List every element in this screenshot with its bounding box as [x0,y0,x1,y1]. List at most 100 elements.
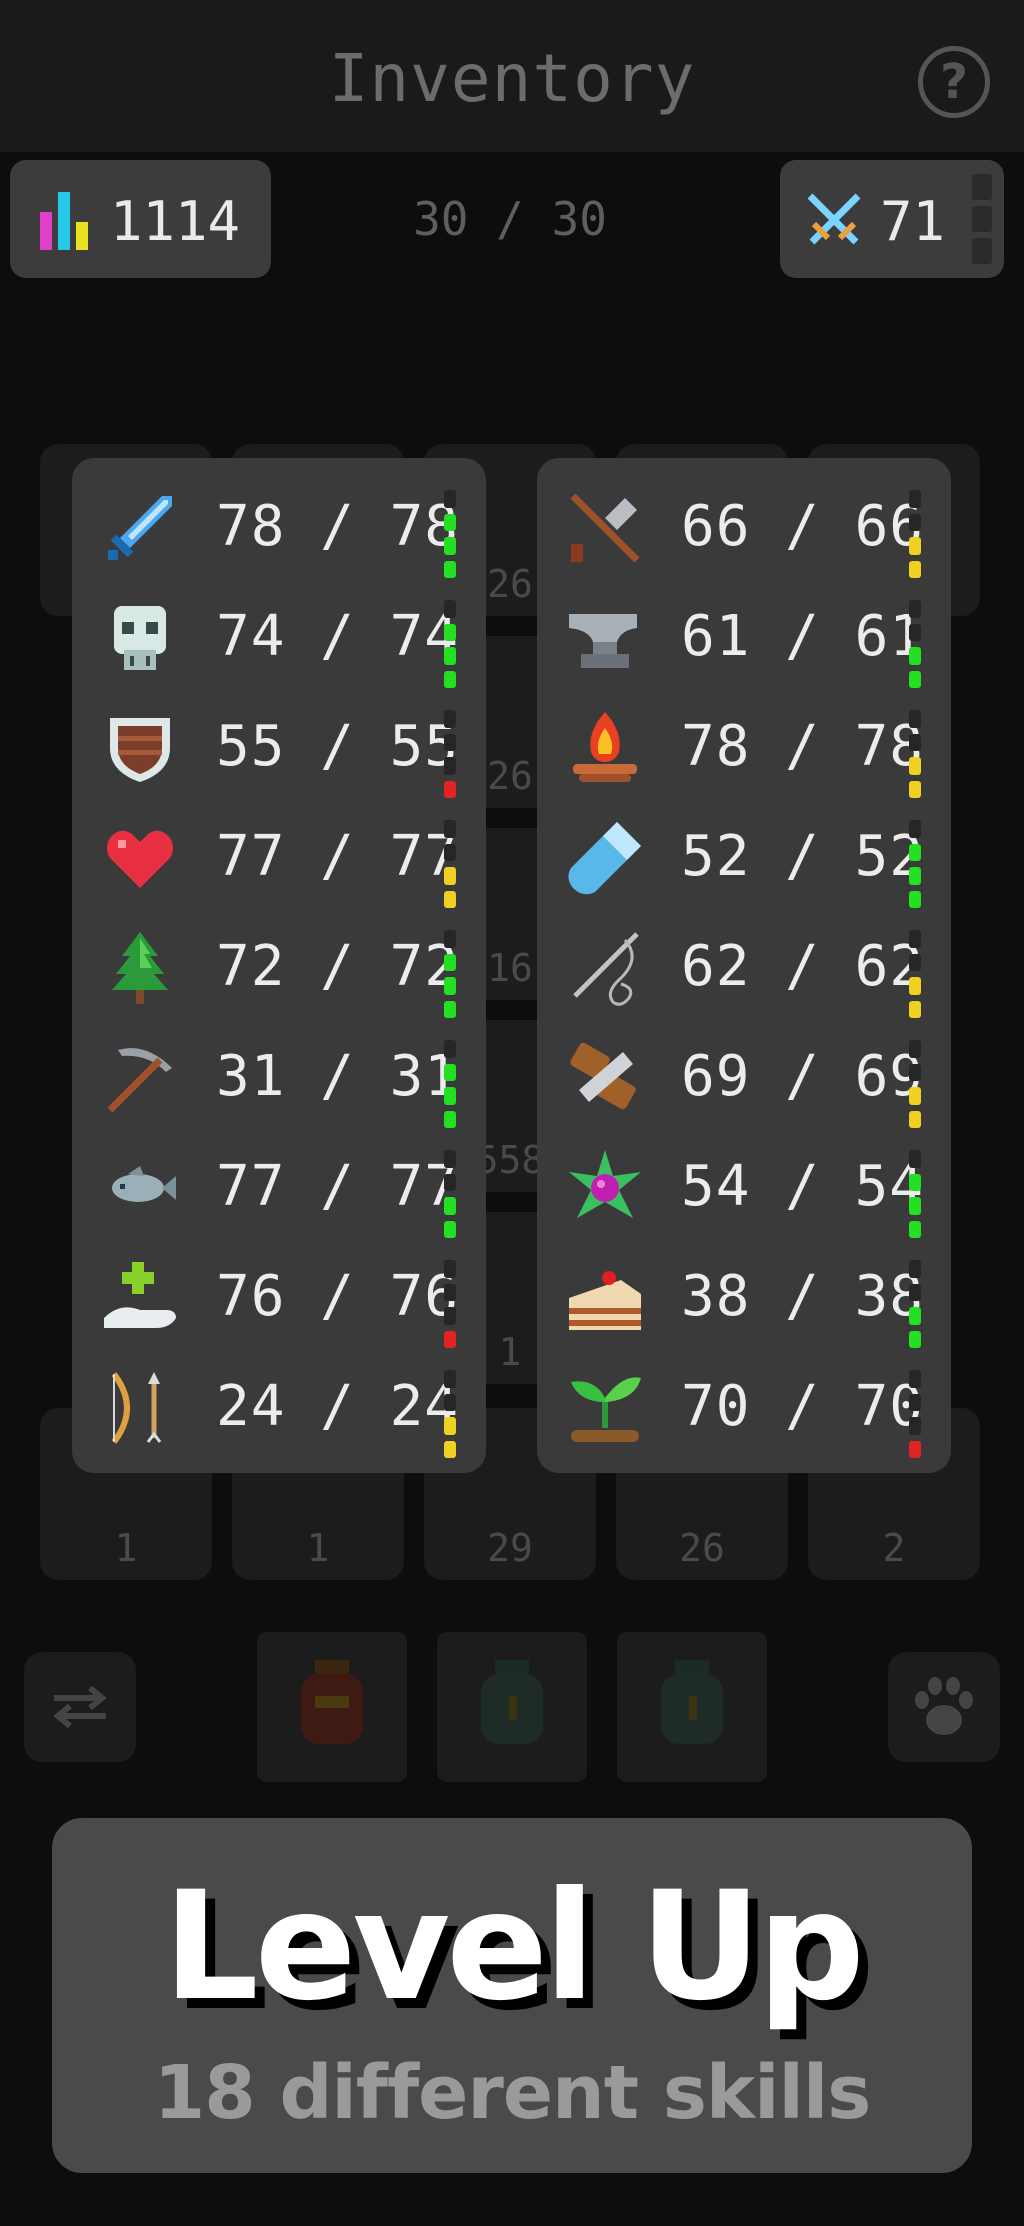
skill-level: 38 / 38 [681,1264,925,1329]
bag-slot[interactable] [257,1632,407,1782]
app-header: Inventory ? [0,0,1024,152]
skill-row-tailoring[interactable]: 62 / 62 [537,908,951,1018]
skill-row-defence[interactable]: 74 / 74 [72,578,486,688]
skill-level: 62 / 62 [681,934,925,999]
skill-progress-bar [444,930,456,1018]
skill-level: 74 / 74 [216,604,460,669]
skill-progress-bar [444,710,456,798]
slot-count: 1 [114,1526,138,1570]
slot-count: 1 [306,1526,330,1570]
bow-icon [111,1372,162,1444]
promo-subtitle: 18 different skills [153,2050,872,2136]
skill-level: 72 / 72 [216,934,460,999]
skill-level: 76 / 76 [216,1264,460,1329]
tree-icon [112,932,168,1004]
skill-progress-bar [909,1040,921,1128]
skill-progress-bar [909,490,921,578]
sprout-icon [571,1377,641,1442]
skill-row-ranged[interactable]: 24 / 24 [72,1348,486,1458]
bar-chart-icon [40,192,88,250]
sword-icon [108,496,172,560]
combat-level-bar [972,174,992,264]
skull-helmet-icon [114,606,166,670]
magic-gem-icon [569,1150,641,1218]
skill-level: 69 / 69 [681,1044,925,1109]
shield-icon [110,718,170,782]
skill-progress-bar [444,820,456,908]
skill-row-fishing[interactable]: 77 / 77 [72,1128,486,1238]
help-icon[interactable]: ? [918,46,990,118]
skill-level: 70 / 70 [681,1374,925,1439]
skill-level: 55 / 55 [216,714,460,779]
inventory-capacity: 30 / 30 [413,192,607,246]
combat-level-button[interactable]: 71 [780,160,1004,278]
skill-level: 52 / 52 [681,824,925,889]
skill-row-alchemy[interactable]: 52 / 52 [537,798,951,908]
skill-progress-bar [444,1370,456,1458]
skill-row-cooking[interactable]: 38 / 38 [537,1238,951,1348]
skill-row-constitution[interactable]: 55 / 55 [72,688,486,798]
skill-level: 78 / 78 [681,714,925,779]
slot-count: 2 [882,1526,906,1570]
skill-progress-bar [909,710,921,798]
green-bag-icon [481,1660,543,1744]
fish-icon [112,1166,176,1202]
skill-row-prayer[interactable]: 76 / 76 [72,1238,486,1348]
skill-level: 31 / 31 [216,1044,460,1109]
skill-level: 66 / 66 [681,494,925,559]
promo-title: Level Up [163,1860,865,2034]
skill-progress-bar [909,1370,921,1458]
skill-row-mining[interactable]: 31 / 31 [72,1018,486,1128]
skill-row-attack[interactable]: 78 / 78 [72,468,486,578]
slot-count: 29 [487,1526,533,1570]
skill-row-woodcutting[interactable]: 72 / 72 [72,908,486,1018]
campfire-icon [573,712,637,782]
green-bag-icon [661,1660,723,1744]
skill-row-carpentry[interactable]: 69 / 69 [537,1018,951,1128]
skill-level: 77 / 77 [216,1154,460,1219]
potion-vial-icon [568,822,641,895]
skill-level: 54 / 54 [681,1154,925,1219]
needle-thread-icon [573,932,639,1006]
swap-arrows-icon [53,1685,107,1729]
swap-button[interactable] [24,1652,136,1762]
skill-level: 24 / 24 [216,1374,460,1439]
skill-row-farming[interactable]: 70 / 70 [537,1348,951,1458]
skill-progress-bar [444,1150,456,1238]
total-level-value: 1114 [110,190,241,253]
skill-row-firemaking[interactable]: 78 / 78 [537,688,951,798]
skill-row-smithing[interactable]: 66 / 66 [537,468,951,578]
skill-level: 61 / 61 [681,604,925,669]
skill-progress-bar [444,1040,456,1128]
cake-icon [569,1271,641,1330]
red-bag-icon [301,1660,363,1744]
saw-log-icon [570,1042,636,1110]
paw-icon [915,1677,973,1735]
skill-progress-bar [444,1260,456,1348]
skill-row-enchanting[interactable]: 54 / 54 [537,1128,951,1238]
skill-level: 78 / 78 [216,494,460,559]
skill-row-forging[interactable]: 61 / 61 [537,578,951,688]
skill-progress-bar [444,490,456,578]
skill-progress-bar [909,600,921,688]
combat-level-value: 71 [880,190,946,253]
bag-slot[interactable] [437,1632,587,1782]
total-level-button[interactable]: 1114 [10,160,271,278]
skill-progress-bar [909,930,921,1018]
promo-banner: Level Up 18 different skills [52,1818,972,2173]
healing-hand-icon [104,1262,176,1328]
bag-slot[interactable] [617,1632,767,1782]
crossed-swords-icon [807,193,861,245]
skills-panel-right: 66 / 66 61 / 61 78 / 78 52 / 52 62 / 62 … [537,458,951,1473]
skill-level: 77 / 77 [216,824,460,889]
slot-count: 26 [679,1526,725,1570]
pet-button[interactable] [888,1652,1000,1762]
pickaxe-icon [107,1048,172,1113]
skill-progress-bar [909,1260,921,1348]
skill-progress-bar [444,600,456,688]
skill-progress-bar [909,820,921,908]
anvil-icon [569,614,637,668]
skill-row-health[interactable]: 77 / 77 [72,798,486,908]
page-title: Inventory [328,40,696,117]
heart-icon [107,830,173,888]
